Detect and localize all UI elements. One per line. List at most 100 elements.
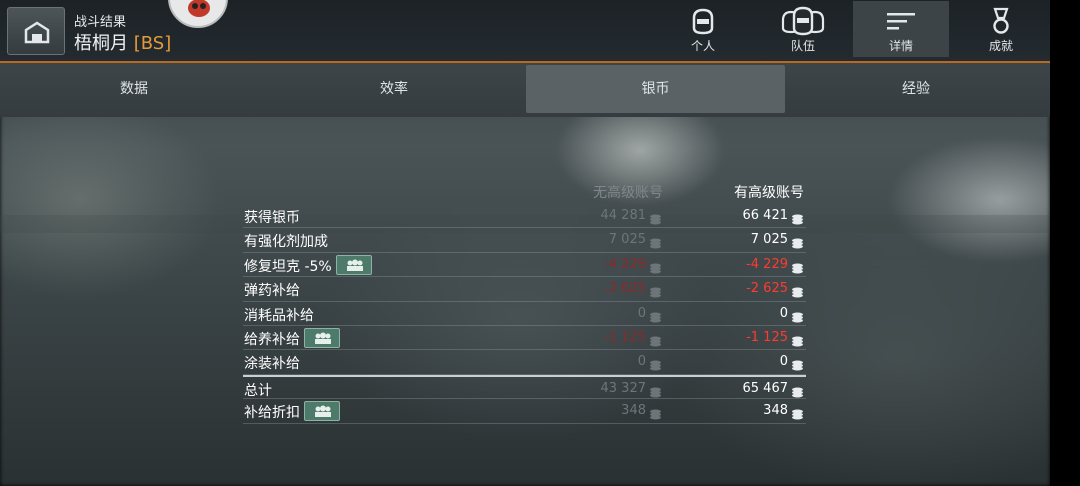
row-label: 弹药补给 xyxy=(244,280,300,300)
nav-details[interactable]: 详情 xyxy=(853,1,949,57)
row-label: 获得银币 xyxy=(244,207,300,227)
nav-player[interactable]: 个人 xyxy=(655,1,751,57)
nav-team[interactable]: 队伍 xyxy=(755,1,851,57)
silver-coin-icon xyxy=(792,287,803,298)
value-premium: -1 125 xyxy=(746,329,788,345)
credits-table: 无高级账号 有高级账号 获得银币 44 281 66 421 有强化剂加成 7 025 7… xyxy=(243,178,806,424)
silver-coin-icon xyxy=(792,312,803,323)
silver-coin-icon xyxy=(791,405,804,424)
header-no-premium: 无高级账号 xyxy=(593,185,663,201)
row-label-text: 有强化剂加成 xyxy=(244,234,328,251)
row-label-text: 涂装补给 xyxy=(244,356,300,373)
team-bonus-badge[interactable] xyxy=(304,401,340,422)
nav-player-label: 个人 xyxy=(690,39,715,53)
row-label: 修复坦克 -5% xyxy=(244,254,372,277)
table-row: 给养补给 -1 125 -1 125 xyxy=(243,326,806,351)
tank-emblem-icon xyxy=(188,0,210,17)
team-bonus-badge[interactable] xyxy=(335,254,372,275)
sub-tabs: 数据 效率 银币 经验 xyxy=(0,63,1050,117)
silver-coin-icon xyxy=(791,234,804,253)
row-label: 总计 xyxy=(244,380,272,400)
table-row: 有强化剂加成 7 025 7 025 xyxy=(243,228,806,253)
row-label-text: 获得银币 xyxy=(244,210,300,226)
value-no-premium: 348 xyxy=(621,403,646,419)
silver-coin-icon xyxy=(649,405,662,424)
value-premium: 0 xyxy=(779,305,788,321)
value-premium: -2 625 xyxy=(746,281,788,297)
row-label: 给养补给 xyxy=(244,327,340,350)
value-premium: 7 025 xyxy=(750,232,788,248)
silver-coin-icon xyxy=(650,214,661,225)
screen-edge xyxy=(1050,0,1080,486)
row-label: 补给折扣 xyxy=(244,401,340,423)
details-lines-icon xyxy=(887,13,915,30)
team-bonus-badge[interactable] xyxy=(304,327,340,348)
tab-data[interactable]: 数据 xyxy=(4,65,264,113)
tab-credits[interactable]: 银币 xyxy=(526,65,785,113)
table-row: 获得银币 44 281 66 421 xyxy=(243,204,806,229)
map-name: 梧桐月 [BS] xyxy=(74,29,171,55)
row-label-text: 弹药补给 xyxy=(244,283,300,300)
silver-coin-icon xyxy=(649,210,662,229)
nav-achievements[interactable]: 成就 xyxy=(953,1,1049,57)
nav-team-label: 队伍 xyxy=(790,39,815,53)
silver-coin-icon xyxy=(792,360,803,371)
team-bonus-icon xyxy=(315,332,331,344)
table-row: 修复坦克 -5% -4 229 -4 229 xyxy=(243,253,806,278)
top-bar: 战斗结果 梧桐月 [BS] 个人 队伍 详情 成就 xyxy=(0,0,1050,62)
silver-coin-icon xyxy=(791,356,804,375)
header-premium: 有高级账号 xyxy=(734,185,804,201)
row-label-text: 消耗品补给 xyxy=(244,307,314,324)
row-label: 消耗品补给 xyxy=(244,305,314,325)
battle-rank: [BS] xyxy=(133,33,172,54)
silver-coin-icon xyxy=(649,283,662,302)
silver-coin-icon xyxy=(650,238,661,249)
value-no-premium: -1 125 xyxy=(604,329,646,345)
value-no-premium: 44 281 xyxy=(600,208,647,223)
table-row: 涂装补给 0 0 xyxy=(243,350,806,375)
silver-coin-icon xyxy=(792,238,803,249)
silver-coin-icon xyxy=(791,332,804,351)
value-no-premium: -2 625 xyxy=(604,281,646,297)
team-bonus-icon xyxy=(315,405,331,418)
tab-experience[interactable]: 经验 xyxy=(786,65,1046,113)
value-premium: 0 xyxy=(779,354,788,370)
table-row: 弹药补给 -2 625 -2 625 xyxy=(243,277,806,302)
nav-achievements-label: 成就 xyxy=(988,39,1013,53)
silver-coin-icon xyxy=(792,214,803,225)
hangar-icon xyxy=(24,21,50,44)
value-no-premium: 43 327 xyxy=(600,380,647,396)
silver-coin-icon xyxy=(649,356,662,375)
silver-coin-icon xyxy=(650,360,661,371)
silver-coin-icon xyxy=(792,336,803,347)
silver-coin-icon xyxy=(649,308,662,327)
silver-coin-icon xyxy=(792,387,803,398)
row-label-text: 补给折扣 xyxy=(244,405,300,422)
map-name-text: 梧桐月 xyxy=(74,33,128,54)
table-row: 消耗品补给 0 0 xyxy=(243,302,806,326)
silver-coin-icon xyxy=(650,409,661,420)
silver-coin-icon xyxy=(649,234,662,253)
row-label-text: 修复坦克 -5% xyxy=(244,258,332,275)
medal-icon xyxy=(993,7,1009,34)
value-no-premium: 0 xyxy=(637,305,646,321)
silver-coin-icon xyxy=(650,263,661,274)
table-row: 补给折扣 348 348 xyxy=(243,399,806,424)
tab-efficiency[interactable]: 效率 xyxy=(264,65,524,113)
table-row: 总计 43 327 65 467 xyxy=(243,374,806,400)
value-premium: -4 229 xyxy=(746,256,788,272)
silver-coin-icon xyxy=(650,312,661,323)
silver-coin-icon xyxy=(650,387,661,398)
nav-details-label: 详情 xyxy=(888,39,913,53)
value-premium: 65 467 xyxy=(742,380,789,396)
silver-coin-icon xyxy=(650,287,661,298)
silver-coin-icon xyxy=(649,332,662,351)
silver-coin-icon xyxy=(791,259,804,278)
avatar[interactable] xyxy=(168,0,228,28)
silver-coin-icon xyxy=(792,409,803,420)
row-label: 有强化剂加成 xyxy=(244,231,328,251)
player-helmet-icon xyxy=(692,8,714,35)
silver-coin-icon xyxy=(650,336,661,347)
hangar-button[interactable] xyxy=(7,7,65,55)
battle-result-title: 战斗结果 xyxy=(74,15,127,30)
